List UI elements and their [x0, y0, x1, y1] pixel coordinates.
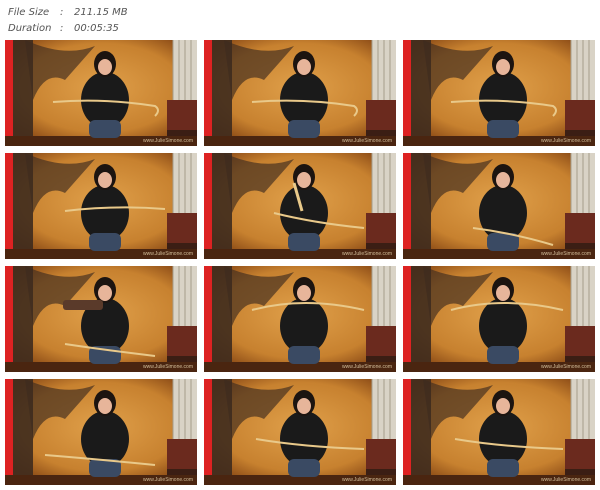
video-thumbnail[interactable]: www.JulieSimone.com [204, 153, 396, 259]
thumbnail-frame-image [204, 153, 396, 259]
thumbnail-grid: www.JulieSimone.com www.JulieSimone.com ww… [0, 0, 600, 490]
video-thumbnail[interactable]: www.JulieSimone.com [403, 40, 595, 146]
watermark-text: www.JulieSimone.com [341, 364, 392, 370]
watermark-text: www.JulieSimone.com [341, 138, 392, 144]
watermark-text: www.JulieSimone.com [540, 477, 591, 483]
watermark-text: www.JulieSimone.com [142, 477, 193, 483]
video-thumbnail[interactable]: www.JulieSimone.com [403, 266, 595, 372]
watermark-text: www.JulieSimone.com [142, 251, 193, 257]
watermark-text: www.JulieSimone.com [341, 251, 392, 257]
thumbnail-frame-image [403, 379, 595, 485]
video-thumbnail[interactable]: www.JulieSimone.com [403, 153, 595, 259]
video-thumbnail[interactable]: www.JulieSimone.com [204, 379, 396, 485]
thumbnail-frame-image [204, 379, 396, 485]
thumbnail-frame-image [204, 266, 396, 372]
watermark-text: www.JulieSimone.com [540, 251, 591, 257]
video-thumbnail[interactable]: www.JulieSimone.com [5, 266, 197, 372]
video-thumbnail[interactable]: www.JulieSimone.com [5, 379, 197, 485]
watermark-text: www.JulieSimone.com [142, 138, 193, 144]
video-thumbnail[interactable]: www.JulieSimone.com [5, 153, 197, 259]
thumbnail-frame-image [403, 266, 595, 372]
watermark-text: www.JulieSimone.com [341, 477, 392, 483]
video-thumbnail[interactable]: www.JulieSimone.com [403, 379, 595, 485]
video-thumbnail[interactable]: www.JulieSimone.com [204, 40, 396, 146]
video-thumbnail[interactable]: www.JulieSimone.com [5, 40, 197, 146]
thumbnail-frame-image [5, 153, 197, 259]
thumbnail-frame-image [5, 40, 197, 146]
thumbnail-frame-image [5, 266, 197, 372]
watermark-text: www.JulieSimone.com [540, 364, 591, 370]
thumbnail-frame-image [5, 379, 197, 485]
thumbnail-frame-image [204, 40, 396, 146]
video-thumbnail[interactable]: www.JulieSimone.com [204, 266, 396, 372]
thumbnail-frame-image [403, 153, 595, 259]
watermark-text: www.JulieSimone.com [540, 138, 591, 144]
watermark-text: www.JulieSimone.com [142, 364, 193, 370]
thumbnail-frame-image [403, 40, 595, 146]
